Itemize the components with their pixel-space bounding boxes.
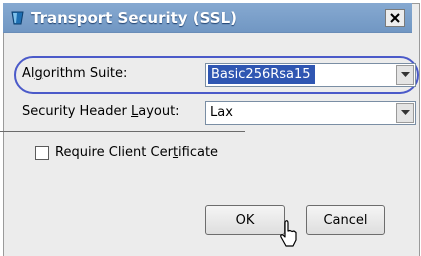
chevron-down-icon bbox=[401, 72, 410, 77]
cancel-button[interactable]: Cancel bbox=[306, 205, 385, 235]
algorithm-suite-label: Algorithm Suite: bbox=[22, 66, 128, 81]
algorithm-suite-dropdown-button[interactable] bbox=[396, 65, 414, 85]
require-client-certificate-checkbox[interactable] bbox=[35, 146, 49, 160]
security-header-layout-label: Security Header Layout: bbox=[22, 104, 180, 119]
cup-icon bbox=[11, 11, 24, 25]
close-icon bbox=[390, 13, 400, 23]
mouse-cursor-icon bbox=[280, 220, 297, 247]
ok-button[interactable]: OK bbox=[205, 205, 285, 235]
security-header-layout-dropdown-button[interactable] bbox=[396, 103, 414, 123]
algorithm-suite-value: Basic256Rsa15 bbox=[208, 65, 315, 84]
window-title: Transport Security (SSL) bbox=[31, 9, 238, 27]
security-header-layout-value: Lax bbox=[210, 105, 233, 120]
title-bar[interactable]: Transport Security (SSL) bbox=[3, 3, 412, 33]
require-client-certificate-label[interactable]: Require Client Certificate bbox=[55, 145, 218, 160]
algorithm-suite-select[interactable]: Basic256Rsa15 bbox=[205, 63, 416, 87]
chevron-down-icon bbox=[401, 110, 410, 115]
divider bbox=[0, 131, 245, 132]
close-button[interactable] bbox=[385, 9, 405, 27]
security-header-layout-select[interactable]: Lax bbox=[205, 101, 416, 125]
